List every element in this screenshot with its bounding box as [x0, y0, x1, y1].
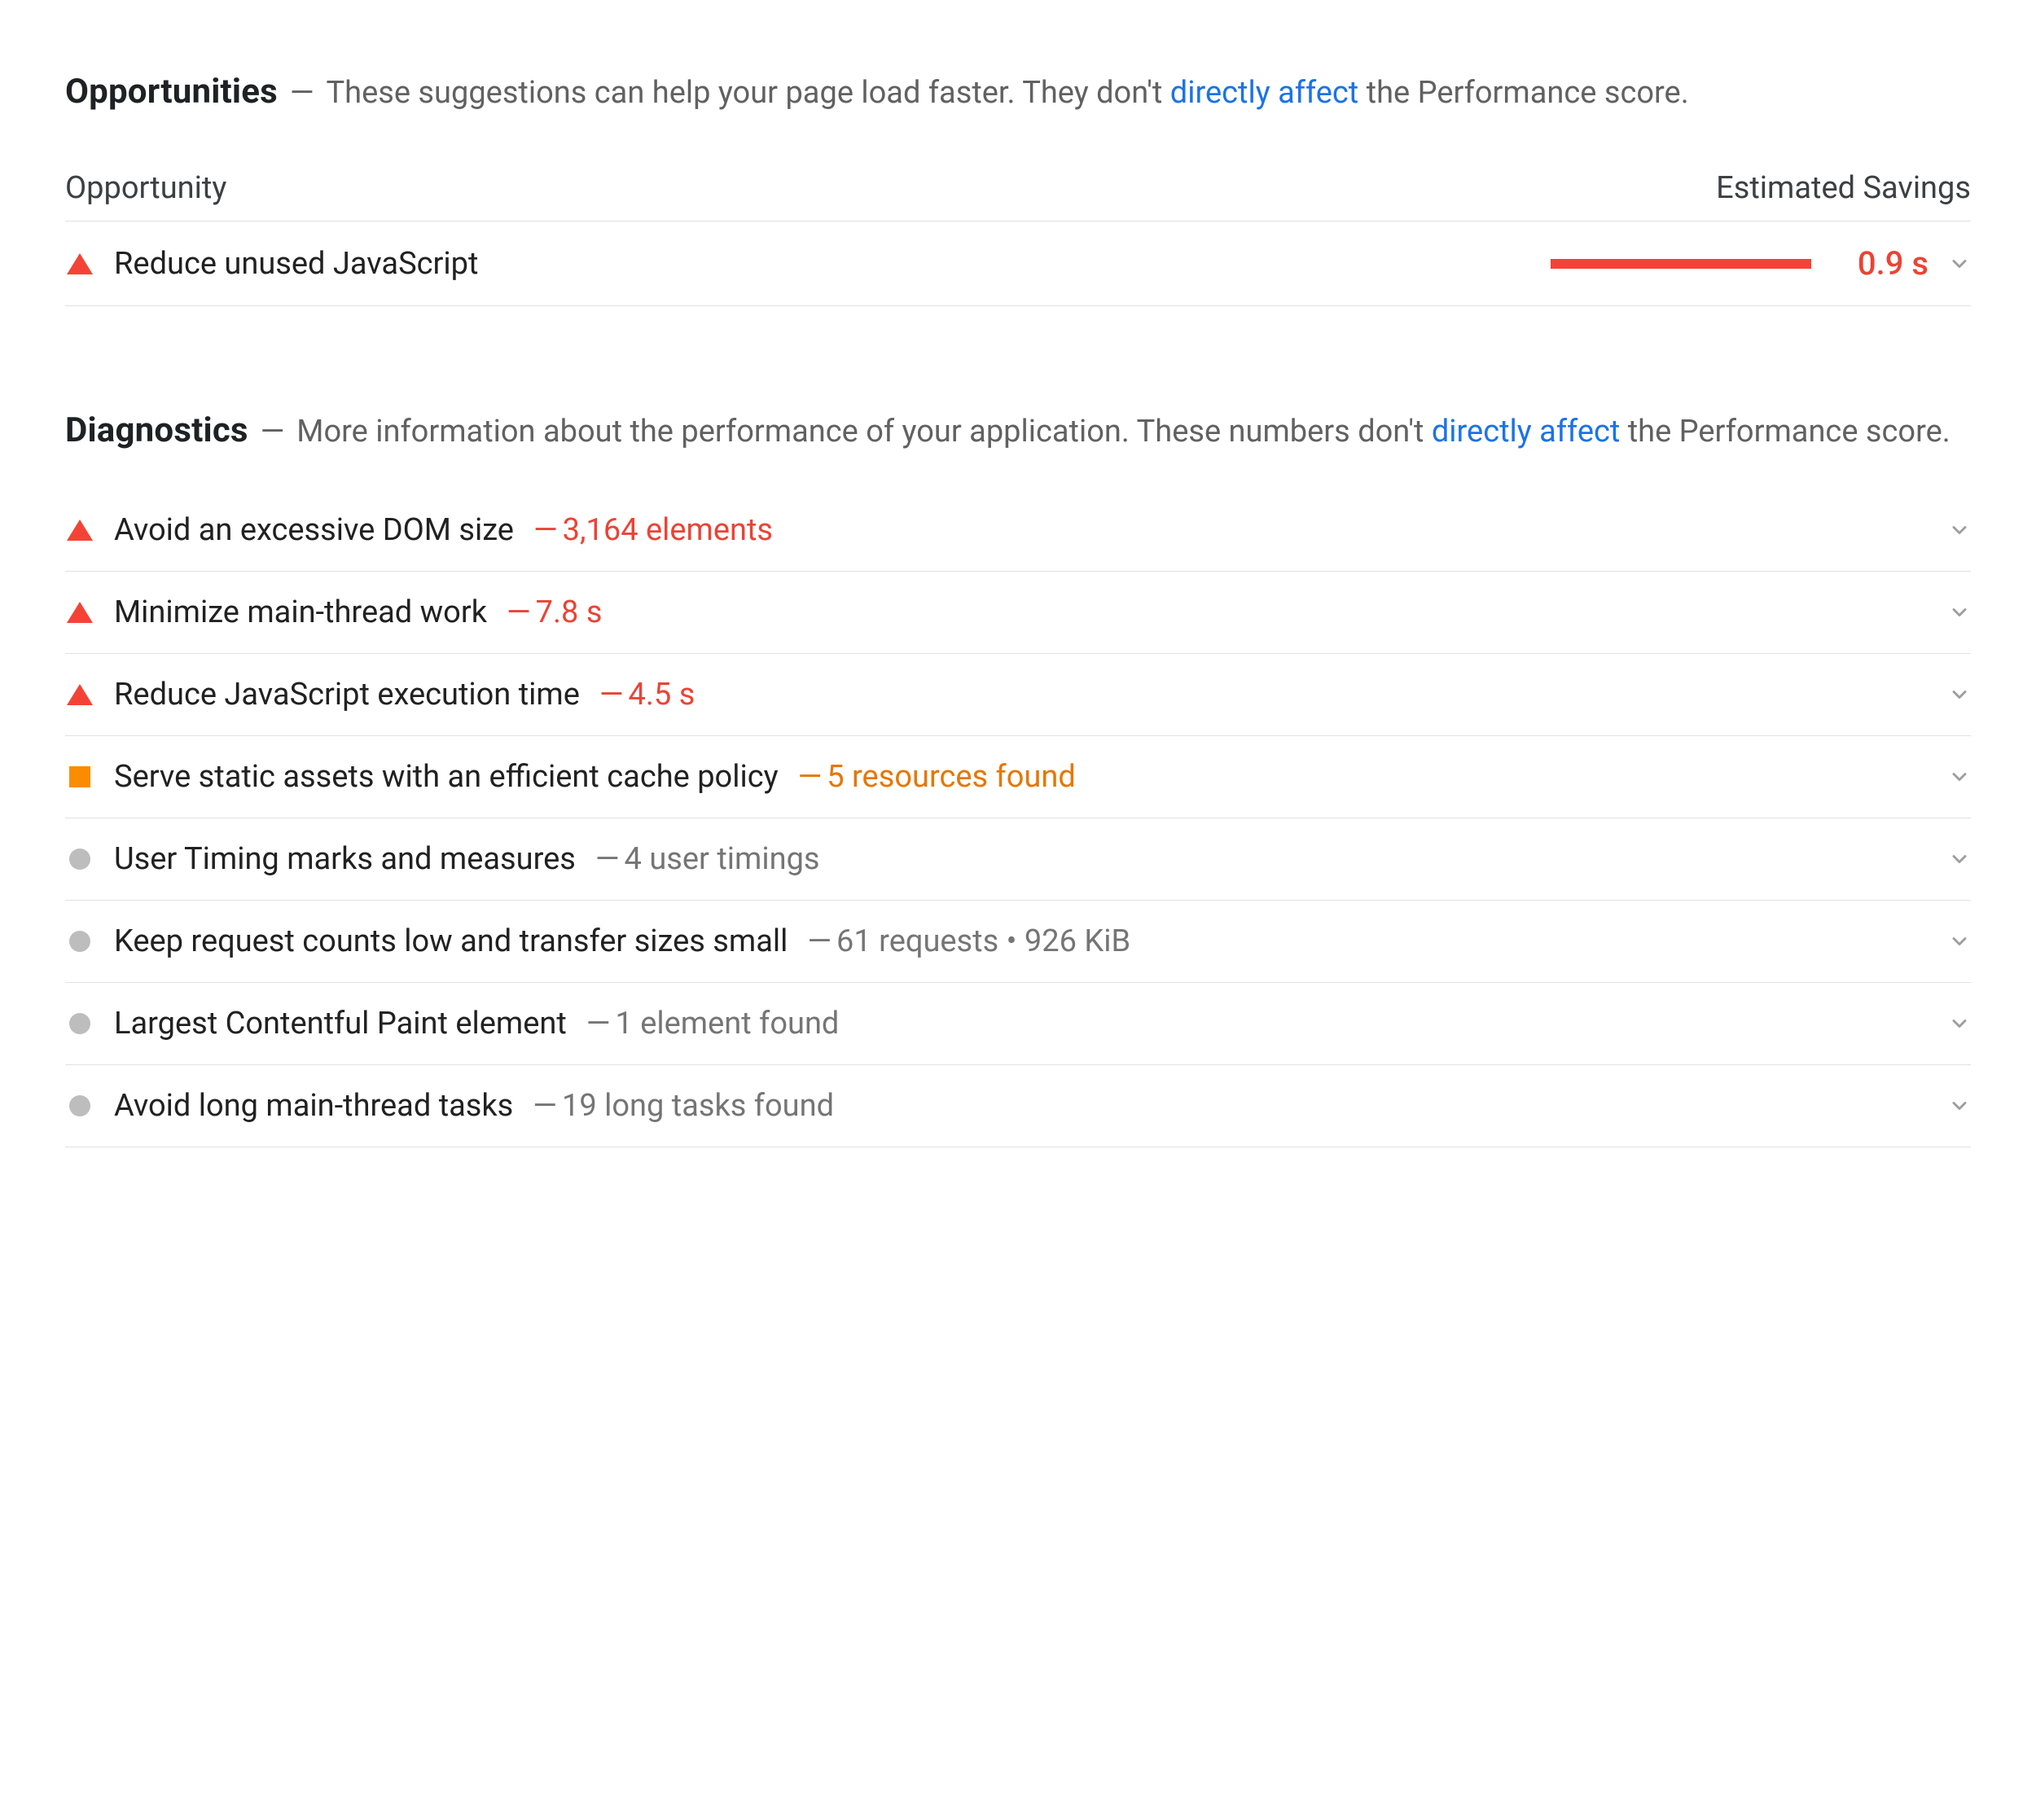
- chevron-down-icon: [1948, 765, 1971, 788]
- directly-affect-link[interactable]: directly affect: [1432, 414, 1620, 450]
- diagnostic-metric: —4 user timings: [595, 841, 820, 877]
- dash-glyph: —: [599, 677, 624, 713]
- diagnostic-title: Reduce JavaScript execution time: [114, 677, 580, 713]
- diagnostic-row[interactable]: Minimize main-thread work —7.8 s: [65, 572, 1971, 654]
- diagnostic-row[interactable]: Keep request counts low and transfer siz…: [65, 901, 1971, 983]
- diagnostic-title: User Timing marks and measures: [114, 841, 576, 877]
- diagnostic-title: Serve static assets with an efficient ca…: [114, 759, 779, 795]
- diagnostic-metric-value: 7.8 s: [536, 594, 603, 630]
- chevron-down-icon: [1948, 252, 1971, 275]
- diagnostics-desc: More information about the performance o…: [296, 414, 1950, 450]
- warn-square-icon: [69, 766, 90, 787]
- dash-glyph: —: [807, 923, 832, 959]
- info-circle-icon: [69, 849, 90, 870]
- diagnostic-metric: —1 element found: [586, 1006, 840, 1042]
- severity-icon: [65, 1091, 94, 1121]
- dash-glyph: —: [507, 594, 531, 630]
- dash-glyph: —: [798, 759, 823, 795]
- dash-glyph: —: [533, 1088, 557, 1124]
- opportunities-desc-post: the Performance score.: [1358, 75, 1688, 111]
- info-circle-icon: [69, 1095, 90, 1116]
- diagnostics-desc-pre: More information about the performance o…: [296, 414, 1432, 450]
- diagnostic-metric: —5 resources found: [798, 759, 1076, 795]
- opportunities-desc-pre: These suggestions can help your page loa…: [326, 75, 1169, 111]
- severity-icon: [65, 927, 94, 956]
- estimated-savings-col-label: Estimated Savings: [1716, 170, 1971, 206]
- opportunity-row[interactable]: Reduce unused JavaScript 0.9 s: [65, 221, 1971, 306]
- diagnostic-title: Keep request counts low and transfer siz…: [114, 923, 788, 959]
- diagnostic-title: Largest Contentful Paint element: [114, 1006, 567, 1042]
- severity-icon: [65, 598, 94, 627]
- diagnostic-metric-value: 19 long tasks found: [562, 1088, 834, 1124]
- diagnostic-row[interactable]: Largest Contentful Paint element —1 eleme…: [65, 983, 1971, 1065]
- chevron-down-icon: [1948, 601, 1971, 624]
- diagnostic-metric: —3,164 elements: [533, 512, 773, 548]
- opportunities-title: Opportunities: [65, 72, 278, 112]
- info-circle-icon: [69, 931, 90, 952]
- diagnostic-metric: —7.8 s: [507, 594, 602, 630]
- diagnostic-metric-value: 4.5 s: [629, 677, 695, 713]
- diagnostics-heading: Diagnostics — More information about the…: [65, 404, 1971, 457]
- severity-icon: [65, 680, 94, 709]
- chevron-down-icon: [1948, 683, 1971, 706]
- diagnostic-row[interactable]: Avoid an excessive DOM size —3,164 elemen…: [65, 489, 1971, 572]
- chevron-down-icon: [1948, 848, 1971, 871]
- severity-icon: [65, 844, 94, 874]
- dash-glyph: —: [261, 414, 285, 450]
- diagnostic-metric-value: 4 user timings: [625, 841, 820, 877]
- chevron-down-icon: [1948, 930, 1971, 953]
- diagnostics-desc-post: the Performance score.: [1620, 414, 1950, 450]
- fail-triangle-icon: [67, 684, 93, 705]
- opportunity-col-label: Opportunity: [65, 170, 226, 206]
- opportunities-heading: Opportunities — These suggestions can he…: [65, 65, 1971, 118]
- savings-bar: [1551, 259, 1811, 269]
- diagnostic-metric-value: 3,164 elements: [563, 512, 773, 548]
- savings-value: 0.9 s: [1831, 244, 1928, 283]
- diagnostic-metric-value: 61 requests • 926 KiB: [836, 923, 1130, 959]
- diagnostic-metric: —19 long tasks found: [533, 1088, 834, 1124]
- directly-affect-link[interactable]: directly affect: [1170, 75, 1358, 111]
- chevron-down-icon: [1948, 1012, 1971, 1035]
- fail-triangle-icon: [67, 520, 93, 541]
- diagnostic-metric: —61 requests • 926 KiB: [807, 923, 1130, 959]
- diagnostic-row[interactable]: Serve static assets with an efficient ca…: [65, 736, 1971, 818]
- diagnostic-row[interactable]: User Timing marks and measures —4 user ti…: [65, 818, 1971, 901]
- opportunities-desc: These suggestions can help your page loa…: [326, 75, 1688, 111]
- diagnostic-title: Avoid long main-thread tasks: [114, 1088, 513, 1124]
- diagnostics-title: Diagnostics: [65, 410, 248, 450]
- diagnostic-row[interactable]: Reduce JavaScript execution time —4.5 s: [65, 654, 1971, 736]
- diagnostic-title: Minimize main-thread work: [114, 594, 487, 630]
- severity-icon: [65, 249, 94, 278]
- dash-glyph: —: [586, 1006, 611, 1042]
- severity-icon: [65, 1009, 94, 1038]
- severity-icon: [65, 762, 94, 792]
- diagnostic-row[interactable]: Avoid long main-thread tasks —19 long tas…: [65, 1065, 1971, 1147]
- severity-icon: [65, 515, 94, 545]
- diagnostic-title: Avoid an excessive DOM size: [114, 512, 514, 548]
- dash-glyph: —: [290, 75, 314, 111]
- fail-triangle-icon: [67, 602, 93, 623]
- diagnostic-metric-value: 1 element found: [615, 1006, 839, 1042]
- dash-glyph: —: [595, 841, 620, 877]
- diagnostic-metric-value: 5 resources found: [827, 759, 1076, 795]
- fail-triangle-icon: [67, 253, 93, 274]
- chevron-down-icon: [1948, 519, 1971, 542]
- opportunity-title: Reduce unused JavaScript: [114, 246, 478, 282]
- opportunities-table-header: Opportunity Estimated Savings: [65, 151, 1971, 221]
- diagnostic-metric: —4.5 s: [599, 677, 695, 713]
- dash-glyph: —: [533, 512, 558, 548]
- info-circle-icon: [69, 1013, 90, 1034]
- chevron-down-icon: [1948, 1094, 1971, 1117]
